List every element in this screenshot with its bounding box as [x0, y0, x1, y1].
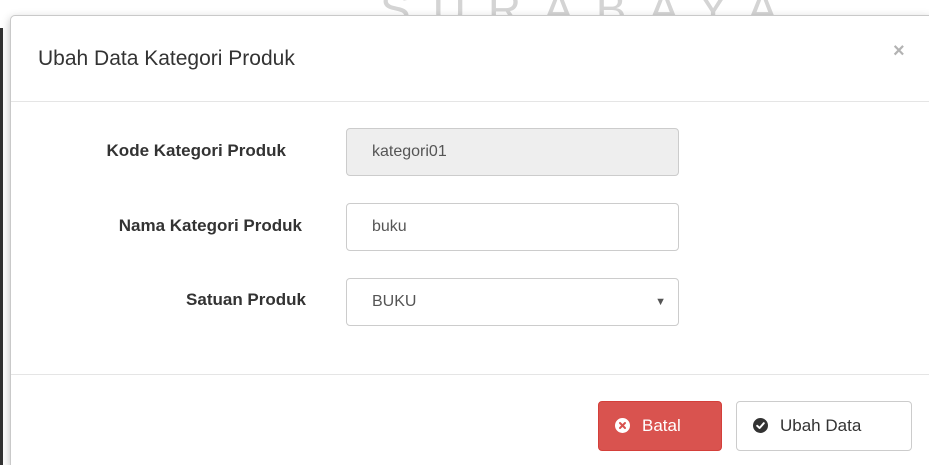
category-code-field[interactable]: kategori01	[346, 128, 679, 176]
category-code-label: Kode Kategori Produk	[106, 141, 286, 160]
close-button[interactable]: ×	[893, 40, 905, 63]
category-name-value: buku	[372, 218, 407, 235]
check-circle-icon	[753, 417, 768, 433]
category-name-field[interactable]: buku	[346, 203, 679, 251]
category-code-value: kategori01	[372, 143, 447, 160]
cancel-button[interactable]: Batal	[598, 401, 722, 451]
times-circle-icon	[615, 417, 630, 433]
submit-button-label: Ubah Data	[780, 416, 862, 435]
caret-down-icon: ▼	[655, 296, 666, 308]
modal-title: Ubah Data Kategori Produk	[38, 47, 295, 70]
submit-button[interactable]: Ubah Data	[736, 401, 912, 451]
product-unit-label: Satuan Produk	[186, 290, 306, 309]
cancel-button-label: Batal	[642, 416, 681, 435]
modal-header: Ubah Data Kategori Produk ×	[11, 16, 929, 102]
background-page-edge	[0, 28, 3, 465]
product-unit-select[interactable]: BUKU ▼	[346, 278, 679, 326]
product-unit-value: BUKU	[372, 293, 417, 310]
edit-category-modal: Ubah Data Kategori Produk × Kode Kategor…	[10, 15, 929, 465]
modal-footer-divider	[11, 374, 929, 375]
page: SURABAYA Ubah Data Kategori Produk × Kod…	[0, 0, 929, 465]
category-name-label: Nama Kategori Produk	[118, 216, 302, 235]
